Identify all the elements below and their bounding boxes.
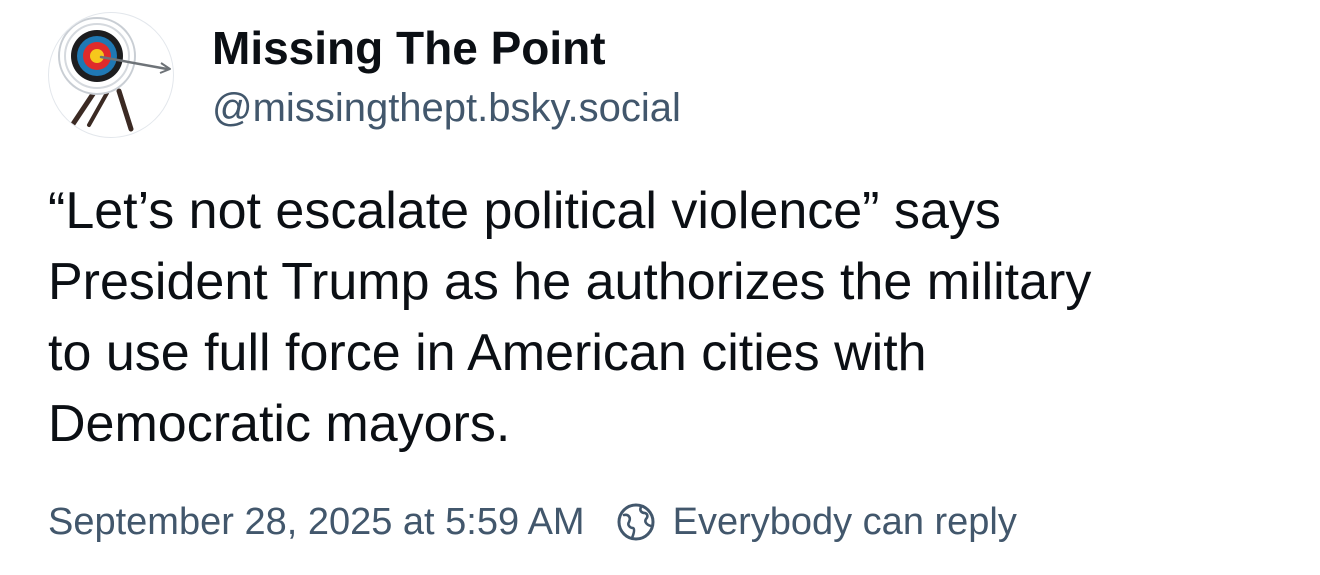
post-text-line: to use full force in American cities wit… <box>48 324 927 382</box>
globe-icon <box>615 501 657 543</box>
user-handle[interactable]: @missingthept.bsky.social <box>212 83 681 133</box>
avatar[interactable] <box>48 12 174 138</box>
post-body: “Let’s not escalate political violence” … <box>48 176 1288 460</box>
reply-setting-label[interactable]: Everybody can reply <box>673 497 1017 547</box>
post-timestamp[interactable]: September 28, 2025 at 5:59 AM <box>48 497 585 547</box>
display-name[interactable]: Missing The Point <box>212 20 606 76</box>
post-text-line: President Trump as he authorizes the mil… <box>48 253 1092 311</box>
bullseye-target-icon <box>58 17 171 132</box>
post-meta: September 28, 2025 at 5:59 AM Everybody … <box>48 497 1017 547</box>
post-text-line: “Let’s not escalate political violence” … <box>48 182 1001 240</box>
post-text-line: Democratic mayors. <box>48 395 511 453</box>
post-card: Missing The Point @missingthept.bsky.soc… <box>0 0 1320 575</box>
